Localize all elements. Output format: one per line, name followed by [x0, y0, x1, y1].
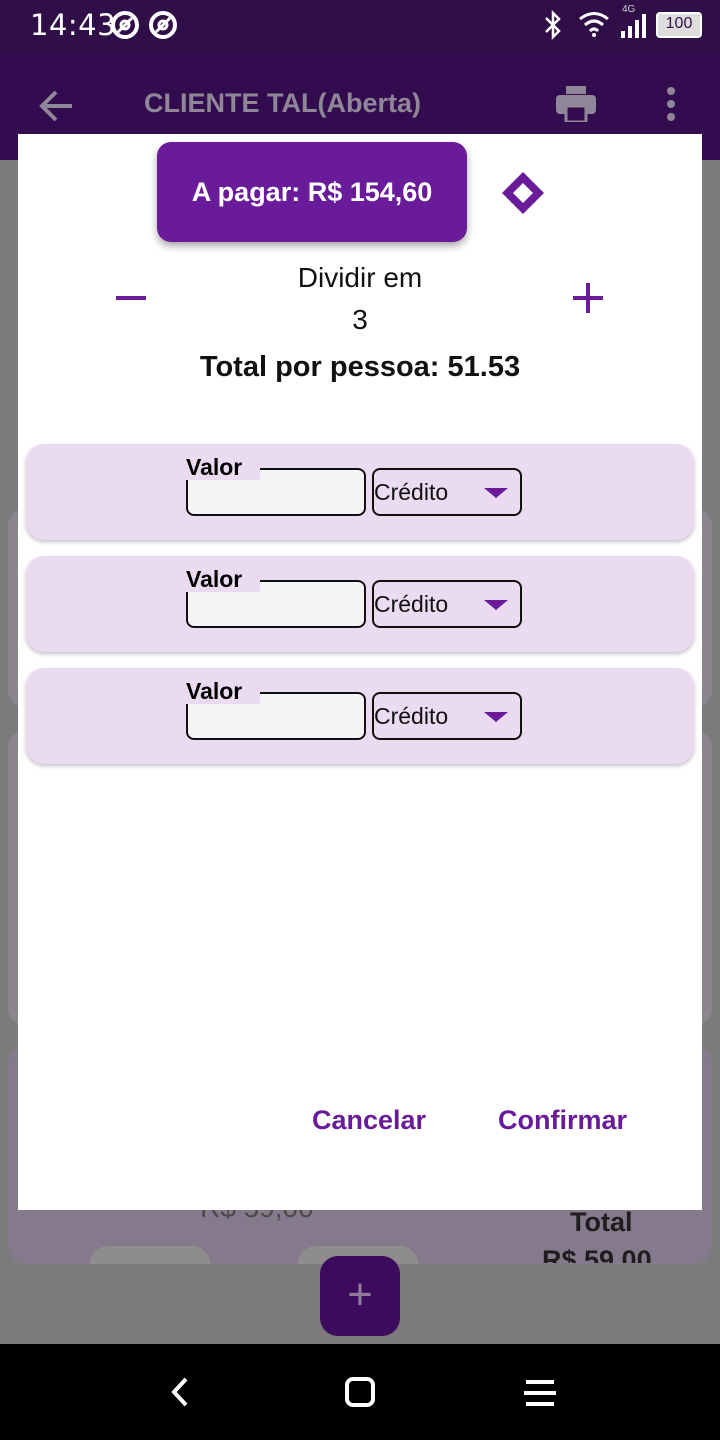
dropdown-caret-icon — [484, 600, 508, 610]
increase-split-button[interactable] — [568, 277, 608, 317]
payment-row: Valor Crédito — [26, 556, 694, 652]
app-bar-title: CLIENTE TAL(Aberta) — [144, 88, 421, 118]
payment-value-label: Valor — [186, 678, 261, 704]
payment-method-select[interactable]: Crédito — [372, 580, 522, 628]
at-sign-icon — [149, 11, 177, 39]
payment-method-value: Crédito — [374, 479, 449, 505]
more-vertical-icon[interactable] — [664, 86, 678, 122]
printer-icon[interactable] — [556, 86, 596, 122]
status-bar: 14:43 4G 100 — [0, 0, 720, 52]
payment-value-label: Valor — [186, 566, 261, 592]
pix-icon[interactable] — [500, 170, 546, 216]
payment-method-select[interactable]: Crédito — [372, 692, 522, 740]
background-total-value: R$ 59,00 — [542, 1245, 652, 1263]
battery-icon: 100 — [656, 12, 702, 38]
total-per-person: Total por pessoa: 51.53 — [199, 351, 521, 383]
minus-icon — [116, 296, 146, 300]
background-total-label: Total — [570, 1207, 633, 1237]
payment-row: Valor Crédito — [26, 668, 694, 764]
wifi-icon — [579, 12, 609, 37]
at-sign-icon — [111, 11, 139, 39]
payment-method-select[interactable]: Crédito — [372, 468, 522, 516]
bluetooth-icon — [545, 10, 561, 40]
signal-icon — [621, 14, 646, 38]
navigation-bar — [0, 1344, 720, 1440]
payment-row: Valor Crédito — [26, 444, 694, 540]
add-fab-button[interactable]: + — [320, 1256, 400, 1336]
battery-level: 100 — [665, 15, 693, 32]
background-button — [90, 1246, 210, 1264]
split-payment-dialog: A pagar: R$ 154,60 Dividir em 3 Total po… — [18, 134, 702, 1210]
plus-icon — [573, 283, 603, 313]
dropdown-caret-icon — [484, 488, 508, 498]
plus-icon: + — [347, 1270, 373, 1319]
dropdown-caret-icon — [484, 712, 508, 722]
back-arrow-icon[interactable] — [38, 88, 74, 124]
status-time: 14:43 — [30, 8, 117, 42]
payment-method-value: Crédito — [374, 591, 449, 617]
nav-back-icon[interactable] — [168, 1376, 192, 1408]
payment-method-value: Crédito — [374, 703, 449, 729]
payment-value-label: Valor — [186, 454, 261, 480]
nav-home-icon[interactable] — [344, 1376, 376, 1408]
nav-menu-icon[interactable] — [524, 1378, 556, 1408]
amount-due-chip: A pagar: R$ 154,60 — [157, 142, 467, 242]
cancel-button[interactable]: Cancelar — [312, 1105, 426, 1136]
confirm-button[interactable]: Confirmar — [498, 1105, 627, 1136]
